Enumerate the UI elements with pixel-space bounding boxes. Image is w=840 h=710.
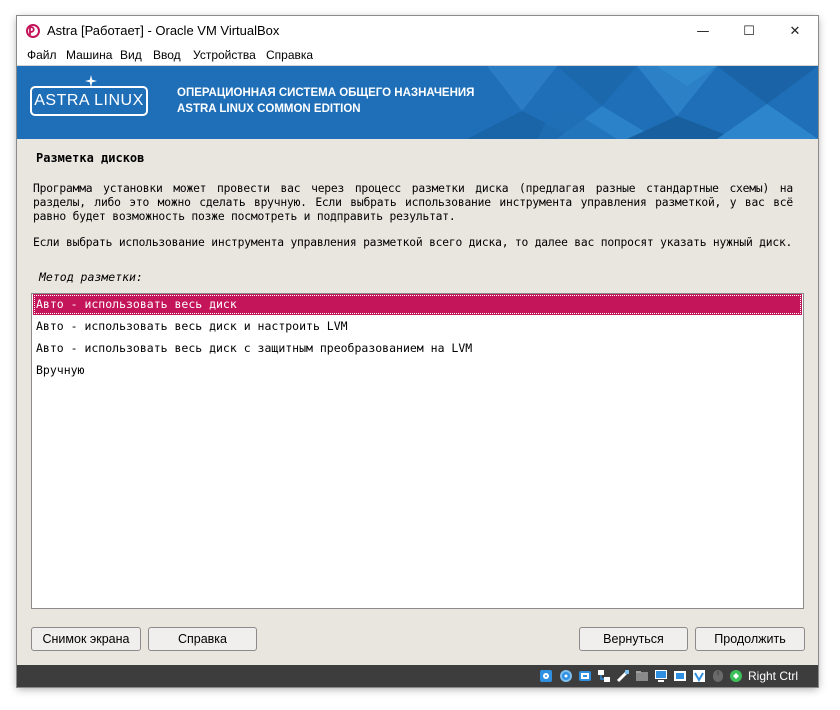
menu-help[interactable]: Справка <box>266 48 313 62</box>
display-icon[interactable] <box>654 669 668 683</box>
minimize-icon: — <box>696 23 710 39</box>
virtualbox-window: Astra [Работает] - Oracle VM VirtualBox … <box>17 16 818 687</box>
list-item-auto-whole-disk[interactable]: Авто - использовать весь диск <box>33 294 802 315</box>
star-icon <box>85 75 97 87</box>
menu-file[interactable]: Файл <box>27 48 57 62</box>
mouse-integration-icon[interactable] <box>711 669 725 683</box>
astra-logo: ASTRA LINUX <box>30 75 148 116</box>
partition-method-list[interactable]: Авто - использовать весь диск Авто - исп… <box>31 293 804 609</box>
keyboard-capture-icon[interactable] <box>729 669 743 683</box>
menu-devices[interactable]: Устройства <box>193 48 256 62</box>
list-item-auto-lvm[interactable]: Авто - использовать весь диск и настроит… <box>33 316 802 337</box>
audio-icon[interactable] <box>578 669 592 683</box>
banner-subheading: ASTRA LINUX COMMON EDITION <box>177 103 361 115</box>
maximize-icon: ☐ <box>743 23 755 39</box>
description-paragraph-2: Если выбрать использование инструмента у… <box>33 236 793 249</box>
list-item-manual[interactable]: Вручную <box>33 360 802 381</box>
method-label: Метод разметки: <box>39 270 143 284</box>
menu-bar: Файл Машина Вид Ввод Устройства Справка <box>17 46 818 66</box>
installer-content: Разметка дисков Программа установки може… <box>17 139 818 665</box>
logo-text: ASTRA LINUX <box>34 92 144 109</box>
banner-heading: ОПЕРАЦИОННАЯ СИСТЕМА ОБЩЕГО НАЗНАЧЕНИЯ <box>177 87 475 99</box>
screenshot-button[interactable]: Снимок экрана <box>31 627 141 651</box>
minimize-button[interactable]: — <box>680 16 726 46</box>
close-button[interactable]: ✕ <box>772 16 818 46</box>
page-title: Разметка дисков <box>36 151 145 165</box>
astra-banner: ASTRA LINUX ОПЕРАЦИОННАЯ СИСТЕМА ОБЩЕГО … <box>17 66 818 139</box>
host-key-label: Right Ctrl <box>748 669 799 683</box>
title-bar[interactable]: Astra [Работает] - Oracle VM VirtualBox … <box>17 16 818 46</box>
help-button[interactable]: Справка <box>148 627 257 651</box>
shared-folders-icon[interactable] <box>635 669 649 683</box>
recording-icon[interactable] <box>692 669 706 683</box>
window-title: Astra [Работает] - Oracle VM VirtualBox <box>47 23 280 38</box>
close-icon: ✕ <box>789 23 801 39</box>
menu-input[interactable]: Ввод <box>153 48 181 62</box>
back-button[interactable]: Вернуться <box>579 627 688 651</box>
list-item-auto-encrypted-lvm[interactable]: Авто - использовать весь диск с защитным… <box>33 338 802 359</box>
network-icon[interactable] <box>597 669 611 683</box>
video-capture-icon[interactable] <box>673 669 687 683</box>
usb-icon[interactable] <box>616 669 630 683</box>
hard-disk-icon[interactable] <box>539 669 553 683</box>
optical-disk-icon[interactable] <box>559 669 573 683</box>
menu-view[interactable]: Вид <box>120 48 142 62</box>
virtualbox-app-icon <box>26 24 40 38</box>
continue-button[interactable]: Продолжить <box>695 627 805 651</box>
maximize-button[interactable]: ☐ <box>726 16 772 46</box>
vm-status-bar: Right Ctrl <box>17 665 818 687</box>
menu-machine[interactable]: Машина <box>66 48 112 62</box>
description-paragraph-1: Программа установки может провести вас ч… <box>33 182 793 223</box>
